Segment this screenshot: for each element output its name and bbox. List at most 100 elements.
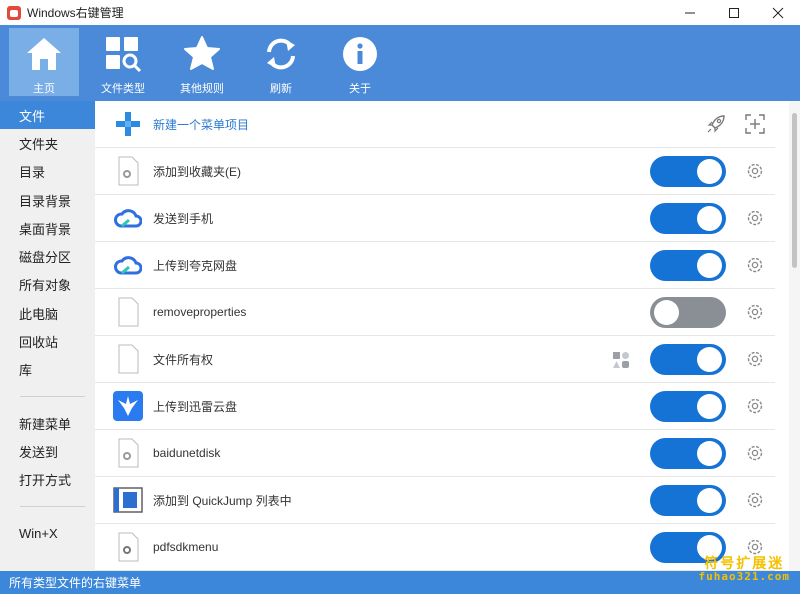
menu-item-toggle[interactable] <box>650 297 726 328</box>
close-button[interactable] <box>756 0 800 25</box>
new-menu-item-row[interactable]: 新建一个菜单项目 <box>95 101 775 148</box>
tool-about-label: 关于 <box>349 83 371 95</box>
sidebar-item-open-with[interactable]: 打开方式 <box>0 466 95 494</box>
gear-file-icon <box>113 532 143 562</box>
sidebar-item-recycle-bin[interactable]: 回收站 <box>0 327 95 355</box>
sidebar-item-file[interactable]: 文件 <box>0 101 95 130</box>
tool-home[interactable]: 主页 <box>9 28 79 96</box>
gear-icon[interactable] <box>745 349 765 369</box>
home-icon <box>27 38 61 70</box>
menu-item-label: baidunetdisk <box>153 446 221 460</box>
add-target-icon[interactable] <box>744 113 766 135</box>
tool-refresh[interactable]: 刷新 <box>246 28 316 96</box>
cloud-icon <box>113 250 143 280</box>
gear-file-icon <box>113 438 143 468</box>
status-text: 所有类型文件的右键菜单 <box>9 576 142 590</box>
gear-icon[interactable] <box>745 443 765 463</box>
sidebar-divider <box>20 505 85 507</box>
tool-file-types[interactable]: 文件类型 <box>88 28 158 96</box>
app-icon <box>7 5 21 20</box>
toggle-knob <box>697 159 722 184</box>
tool-other-rules-label: 其他规则 <box>180 83 224 95</box>
toggle-knob <box>697 441 722 466</box>
menu-item-row: removeproperties <box>95 289 775 336</box>
star-icon <box>184 36 220 70</box>
sidebar-divider <box>20 395 85 397</box>
sidebar-item-send-to[interactable]: 发送到 <box>0 437 95 465</box>
gear-icon[interactable] <box>745 302 765 322</box>
menu-item-label: 上传到夸克网盘 <box>153 258 238 273</box>
blank-file-icon <box>113 297 143 327</box>
close-icon <box>772 7 784 18</box>
toggle-knob <box>697 347 722 372</box>
window-controls <box>668 0 800 25</box>
menu-item-label: 文件所有权 <box>153 352 214 367</box>
menu-item-toggle[interactable] <box>650 156 726 187</box>
menu-item-row: 上传到迅雷云盘 <box>95 383 775 430</box>
sidebar-item-all-objects[interactable]: 所有对象 <box>0 271 95 299</box>
site-watermark: 符号扩展迷 fuhao321.com <box>698 555 790 584</box>
sidebar-item-library[interactable]: 库 <box>0 356 95 384</box>
rocket-icon[interactable] <box>705 113 727 135</box>
menu-item-row: 添加到收藏夹(E) <box>95 148 775 195</box>
sidebar-item-folder[interactable]: 文件夹 <box>0 129 95 157</box>
gear-icon[interactable] <box>745 255 765 275</box>
menu-item-toggle[interactable] <box>650 250 726 281</box>
shapes-icon[interactable] <box>611 350 631 370</box>
vertical-scrollbar[interactable] <box>789 101 800 571</box>
sidebar: 文件 文件夹 目录 目录背景 桌面背景 磁盘分区 所有对象 此电脑 回收站 库 … <box>0 101 95 571</box>
status-bar: 所有类型文件的右键菜单 <box>0 571 800 594</box>
gear-icon[interactable] <box>745 490 765 510</box>
gear-icon[interactable] <box>745 208 765 228</box>
gear-icon[interactable] <box>745 396 765 416</box>
info-icon <box>343 37 377 71</box>
menu-item-toggle[interactable] <box>650 485 726 516</box>
sidebar-item-disk-partition[interactable]: 磁盘分区 <box>0 242 95 270</box>
gear-icon[interactable] <box>745 161 765 181</box>
gear-file-icon <box>113 156 143 186</box>
refresh-icon <box>267 38 295 70</box>
menu-item-label: 添加到收藏夹(E) <box>153 164 241 179</box>
menu-item-toggle[interactable] <box>650 438 726 469</box>
menu-item-row: baidunetdisk <box>95 430 775 477</box>
sidebar-item-desktop-background[interactable]: 桌面背景 <box>0 214 95 242</box>
menu-item-label: removeproperties <box>153 305 247 319</box>
menu-item-row: 发送到手机 <box>95 195 775 242</box>
sidebar-item-directory[interactable]: 目录 <box>0 158 95 186</box>
menu-item-toggle[interactable] <box>650 203 726 234</box>
menu-item-row: pdfsdkmenu <box>95 524 775 571</box>
menu-item-label: pdfsdkmenu <box>153 540 219 554</box>
maximize-button[interactable] <box>712 0 756 25</box>
menu-item-toggle[interactable] <box>650 391 726 422</box>
minimize-button[interactable] <box>668 0 712 25</box>
main-toolbar: 主页 文件类型 其他规则 刷新 关于 <box>0 25 800 101</box>
toggle-knob <box>697 394 722 419</box>
minimize-icon <box>685 12 695 13</box>
menu-item-label: 上传到迅雷云盘 <box>153 399 238 414</box>
menu-item-row: 上传到夸克网盘 <box>95 242 775 289</box>
blank-file-icon <box>113 344 143 374</box>
watermark-url: fuhao321.com <box>698 570 790 584</box>
thunder-bird-icon <box>113 391 143 421</box>
cloud-icon <box>113 203 143 233</box>
sidebar-item-directory-background[interactable]: 目录背景 <box>0 186 95 214</box>
tool-file-types-label: 文件类型 <box>101 83 145 95</box>
toggle-knob <box>697 253 722 278</box>
window-title: Windows右键管理 <box>27 6 124 20</box>
tool-about[interactable]: 关于 <box>325 28 395 96</box>
title-bar: Windows右键管理 <box>0 0 800 25</box>
menu-item-toggle[interactable] <box>650 344 726 375</box>
menu-item-row: 添加到 QuickJump 列表中 <box>95 477 775 524</box>
sidebar-item-winx[interactable]: Win+X <box>0 519 95 547</box>
tool-home-label: 主页 <box>33 83 55 95</box>
toggle-knob <box>697 488 722 513</box>
file-type-icon <box>106 37 142 73</box>
gear-icon[interactable] <box>745 537 765 557</box>
new-menu-item-label[interactable]: 新建一个菜单项目 <box>153 116 249 133</box>
sidebar-item-this-pc[interactable]: 此电脑 <box>0 299 95 327</box>
sidebar-item-new-menu[interactable]: 新建菜单 <box>0 409 95 437</box>
scrollbar-thumb[interactable] <box>792 113 797 268</box>
tool-other-rules[interactable]: 其他规则 <box>167 28 237 96</box>
menu-item-label: 添加到 QuickJump 列表中 <box>153 493 292 508</box>
toggle-knob <box>697 206 722 231</box>
